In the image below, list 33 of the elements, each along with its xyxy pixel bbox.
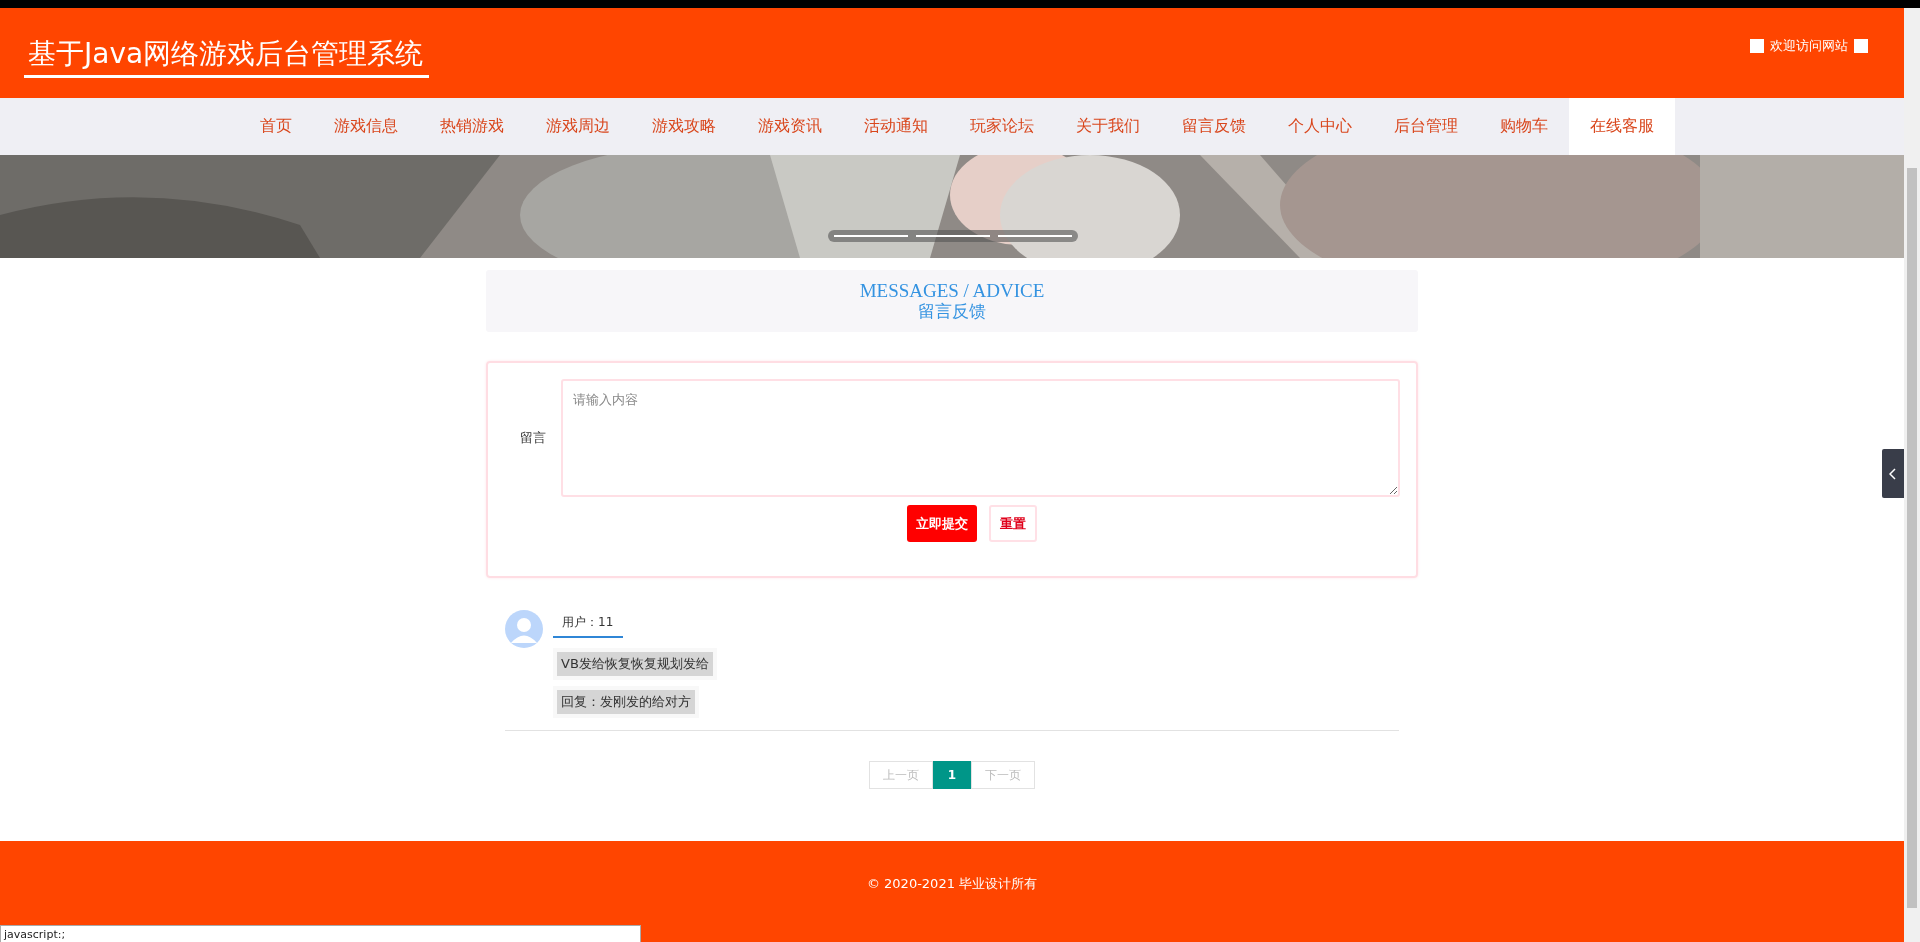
square-icon xyxy=(1750,39,1764,53)
scrollbar[interactable] xyxy=(1904,8,1920,942)
page-link[interactable]: 1 xyxy=(932,761,972,789)
nav-link[interactable]: 游戏信息 xyxy=(313,98,419,155)
submit-button[interactable]: 立即提交 xyxy=(907,505,977,542)
nav-link[interactable]: 首页 xyxy=(239,98,313,155)
nav-link[interactable]: 后台管理 xyxy=(1373,98,1479,155)
collapse-tab[interactable] xyxy=(1882,449,1904,498)
nav-link[interactable]: 玩家论坛 xyxy=(949,98,1055,155)
chevron-left-icon xyxy=(1889,467,1897,480)
nav-link[interactable]: 热销游戏 xyxy=(419,98,525,155)
message-field[interactable]: 请输入内容 xyxy=(561,379,1400,497)
square-icon xyxy=(1854,39,1868,53)
copyright-text: © 2020-2021 毕业设计所有 xyxy=(866,875,1038,893)
nav-link[interactable]: 留言反馈 xyxy=(1161,98,1267,155)
nav-link[interactable]: 个人中心 xyxy=(1267,98,1373,155)
welcome-link[interactable]: 欢迎访问网站 xyxy=(1770,37,1848,55)
status-tooltip: javascript:; xyxy=(0,925,641,942)
nav-link[interactable]: 游戏攻略 xyxy=(631,98,737,155)
site-title[interactable]: 基于Java网络游戏后台管理系统 xyxy=(24,34,430,78)
nav-link[interactable]: 关于我们 xyxy=(1055,98,1161,155)
nav-link[interactable]: 在线客服 xyxy=(1569,98,1675,155)
nav-link[interactable]: 购物车 xyxy=(1479,98,1569,155)
scrollbar-thumb[interactable] xyxy=(1907,168,1917,908)
section-title: MESSAGES / ADVICE xyxy=(859,280,1045,301)
nav-link[interactable]: 游戏周边 xyxy=(525,98,631,155)
reset-button[interactable]: 重置 xyxy=(989,505,1037,542)
nav-link[interactable]: 游戏资讯 xyxy=(737,98,843,155)
nav-link[interactable]: 活动通知 xyxy=(843,98,949,155)
avatar-icon xyxy=(505,610,543,648)
user-name: 用户：11 xyxy=(553,610,624,638)
field-label: 留言 xyxy=(518,429,547,447)
section-subtitle: 留言反馈 xyxy=(918,301,986,322)
